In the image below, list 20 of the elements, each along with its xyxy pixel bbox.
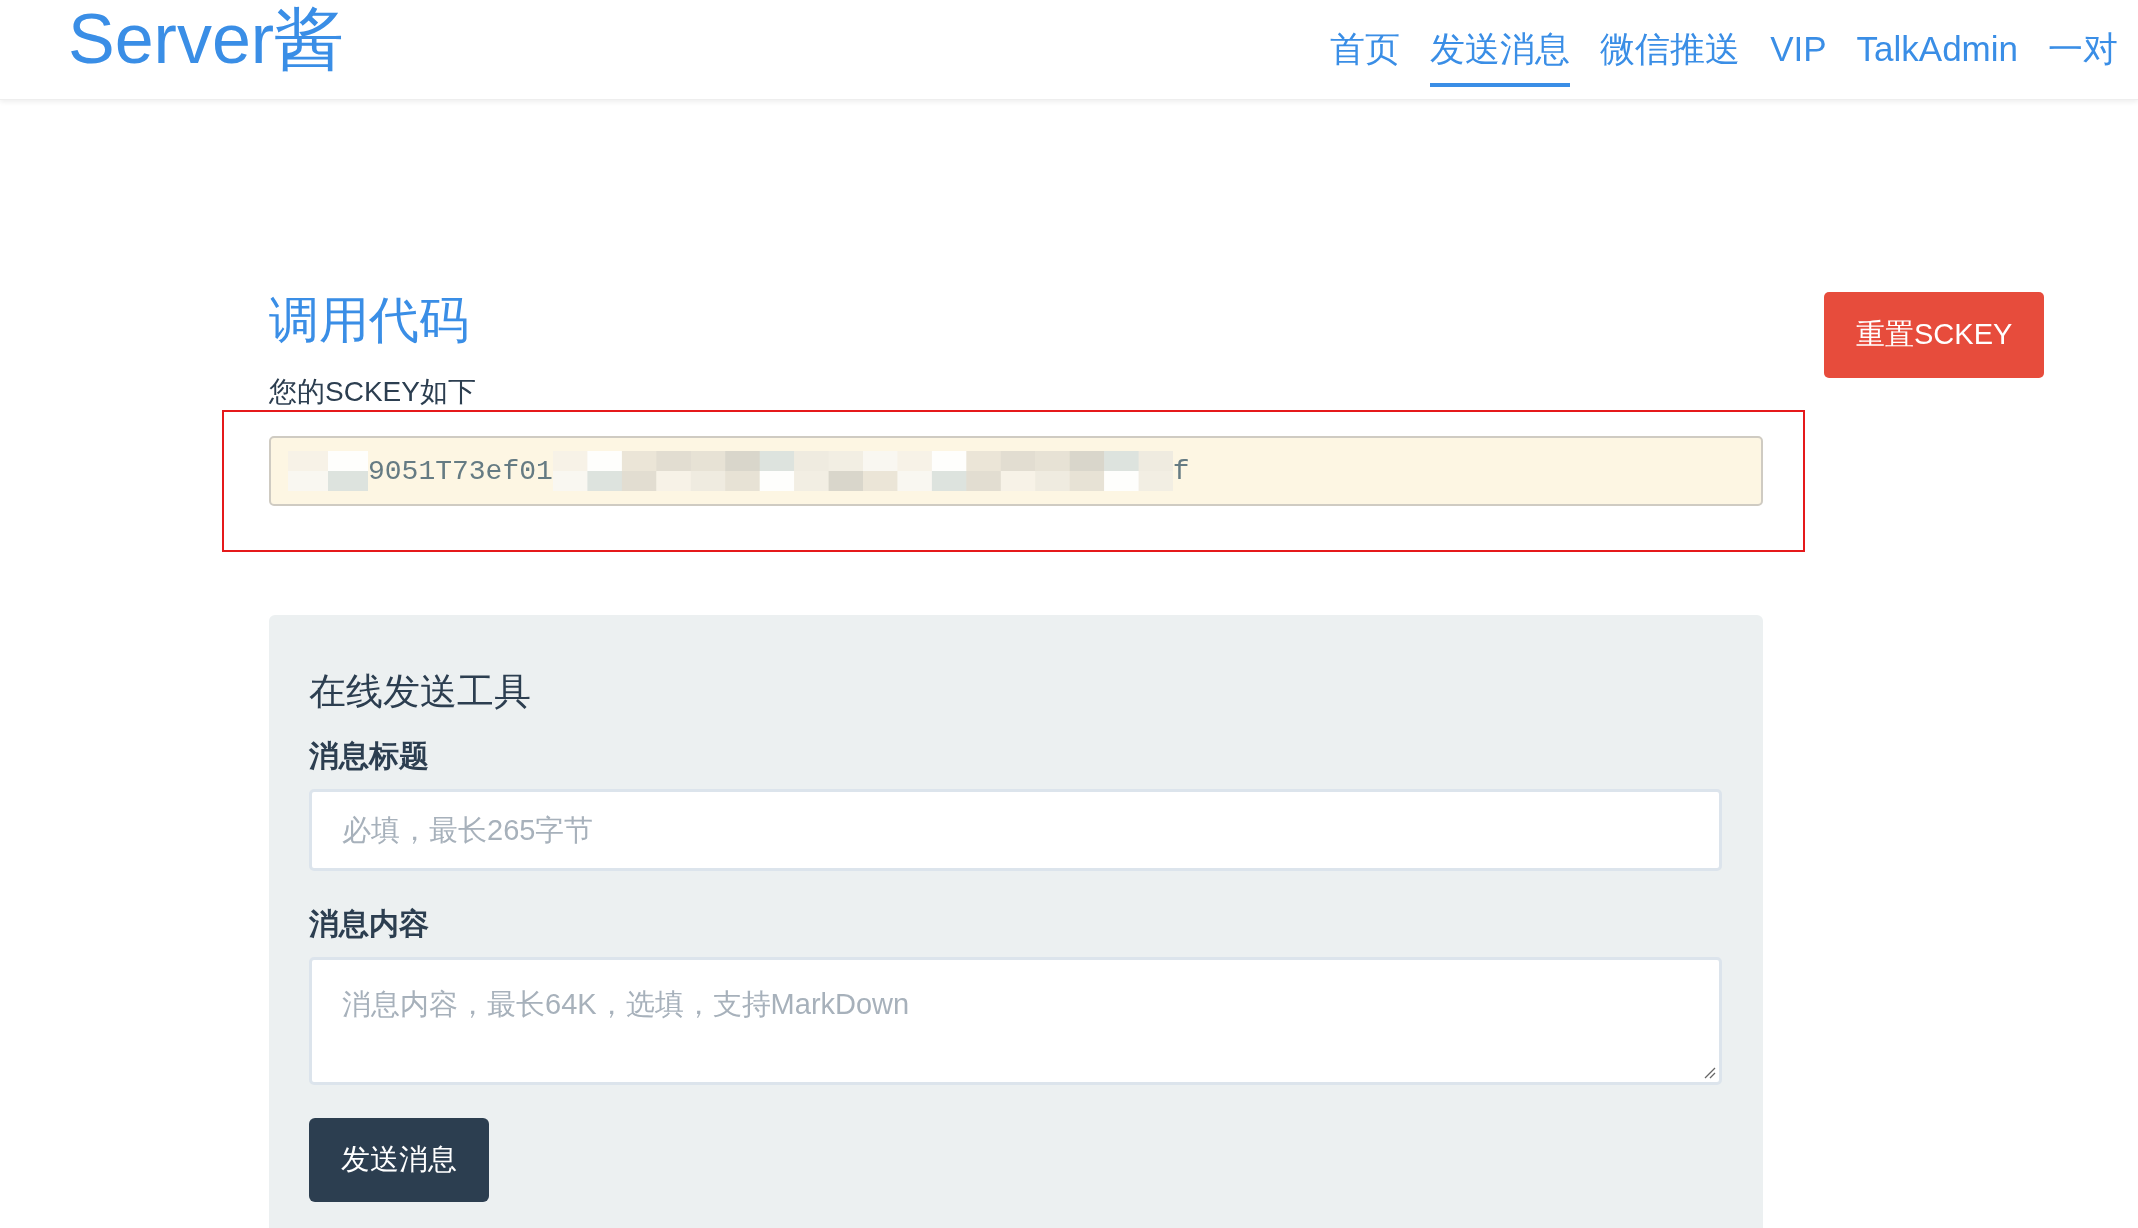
key-text: 9051T73ef01 [368,455,553,487]
reset-sckey-button[interactable]: 重置SCKEY [1824,292,2045,378]
sckey-label: 您的SCKEY如下 [269,375,477,409]
nav-tab[interactable]: 微信推送 [1600,28,1741,87]
nav-tab[interactable]: TalkAdmin [1856,28,2018,87]
panel-title: 在线发送工具 [309,670,532,714]
nav-tab[interactable]: 首页 [1330,28,1401,87]
section-title: 调用代码 [269,291,470,350]
nav-tab[interactable]: 发送消息 [1430,28,1571,87]
nav-tab[interactable]: 一对 [2048,28,2118,87]
sckey-field[interactable]: 9051T73ef01 f [269,436,1763,506]
text-area[interactable]: 消息内容，最长64K，选填，支持MarkDown [309,957,1722,1085]
field-label: 消息内容 [309,906,430,942]
nav-tab[interactable]: VIP [1770,28,1827,87]
site-logo[interactable]: Server酱 [68,4,345,74]
send-button[interactable]: 发送消息 [309,1118,489,1202]
key-text: f [1172,455,1190,487]
resize-handle-icon[interactable] [1704,1067,1716,1079]
text-input[interactable]: 必填，最长265字节 [309,789,1722,871]
field-label: 消息标题 [309,738,430,774]
